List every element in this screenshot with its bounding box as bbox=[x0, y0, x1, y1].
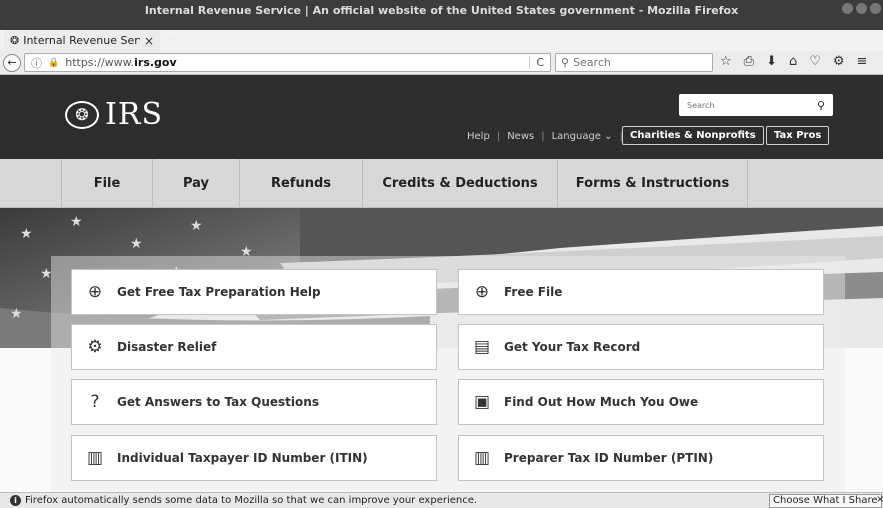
window-close-button[interactable] bbox=[870, 3, 881, 14]
document-icon: ▤ bbox=[473, 337, 491, 357]
info-icon[interactable]: ⓘ bbox=[31, 55, 42, 71]
search-icon: ⚲ bbox=[561, 56, 570, 69]
back-button[interactable]: ← bbox=[3, 54, 21, 72]
extensions-icon[interactable]: ⚙ bbox=[833, 54, 845, 69]
info-icon: i bbox=[10, 495, 21, 506]
irs-eagle-icon: ❂ bbox=[10, 34, 20, 47]
card-get-tax-record[interactable]: ▤ Get Your Tax Record bbox=[458, 324, 824, 370]
card-label: Find Out How Much You Owe bbox=[504, 395, 699, 409]
url-bar[interactable]: ⓘ 🔒 https://www.irs.gov C bbox=[24, 53, 551, 72]
help-link[interactable]: Help bbox=[467, 131, 490, 142]
lifebuoy-icon: ⊕ bbox=[474, 282, 490, 302]
svg-text:★: ★ bbox=[190, 218, 203, 234]
card-free-tax-prep-help[interactable]: ⊕ Get Free Tax Preparation Help bbox=[71, 269, 437, 315]
card-free-file[interactable]: ⊕ Free File bbox=[458, 269, 824, 315]
search-icon[interactable]: ⚲ bbox=[817, 99, 825, 112]
svg-text:★: ★ bbox=[10, 306, 23, 322]
logo-text: IRS bbox=[105, 97, 163, 132]
site-header: ❂ IRS ⚲ Help | News | Language ⌄ | Chari… bbox=[0, 75, 883, 159]
question-circle-icon: ? bbox=[90, 392, 100, 412]
id-card-icon: ▥ bbox=[86, 448, 104, 468]
minimize-button[interactable] bbox=[842, 3, 853, 14]
new-tab-button[interactable]: + bbox=[166, 29, 179, 49]
browser-navbar: ← ⓘ 🔒 https://www.irs.gov C ⚲ ☆ ⎙ ⬇ ⌂ ♡ … bbox=[0, 51, 883, 75]
choose-what-i-share-button[interactable]: Choose What I Share bbox=[769, 494, 882, 508]
url-text[interactable]: https://www.irs.gov bbox=[65, 56, 523, 69]
card-label: Individual Taxpayer ID Number (ITIN) bbox=[117, 451, 368, 465]
nav-item-forms-instructions[interactable]: Forms & Instructions bbox=[558, 159, 748, 208]
browser-search-input[interactable] bbox=[573, 56, 704, 69]
language-dropdown[interactable]: Language ⌄ bbox=[552, 131, 613, 142]
card-label: Get Your Tax Record bbox=[504, 340, 641, 354]
notification-bar: i Firefox automatically sends some data … bbox=[0, 492, 883, 508]
card-how-much-owe[interactable]: ▣ Find Out How Much You Owe bbox=[458, 379, 824, 425]
maximize-button[interactable] bbox=[856, 3, 867, 14]
browser-search-bar[interactable]: ⚲ bbox=[555, 53, 713, 72]
card-label: Get Answers to Tax Questions bbox=[117, 395, 319, 409]
main-navigation: File Pay Refunds Credits & Deductions Fo… bbox=[0, 159, 883, 208]
hero-section: ★★★ ★★★ ★★★ ⊕ Get Free Tax Preparation H… bbox=[0, 208, 883, 492]
card-disaster-relief[interactable]: ⚙ Disaster Relief bbox=[71, 324, 437, 370]
svg-text:★: ★ bbox=[130, 236, 143, 252]
browser-tab[interactable]: ❂ Internal Revenue Servic × bbox=[4, 30, 160, 51]
lock-icon: 🔒 bbox=[48, 57, 60, 68]
eagle-icon: ❂ bbox=[65, 100, 99, 129]
downloads-icon[interactable]: ⬇ bbox=[766, 54, 777, 69]
card-label: Preparer Tax ID Number (PTIN) bbox=[504, 451, 714, 465]
card-ptin[interactable]: ▥ Preparer Tax ID Number (PTIN) bbox=[458, 435, 824, 481]
reload-icon[interactable]: C bbox=[529, 56, 544, 69]
money-icon: ▣ bbox=[473, 392, 491, 412]
menu-icon[interactable]: ≡ bbox=[857, 54, 868, 69]
bookmark-star-icon[interactable]: ☆ bbox=[720, 54, 732, 69]
card-label: Disaster Relief bbox=[117, 340, 217, 354]
header-links: Help | News | Language ⌄ | bbox=[467, 131, 623, 142]
window-controls bbox=[842, 3, 881, 14]
home-icon[interactable]: ⌂ bbox=[789, 54, 797, 69]
nav-item-pay[interactable]: Pay bbox=[153, 159, 240, 208]
tax-pros-button[interactable]: Tax Pros bbox=[766, 126, 830, 145]
irs-logo[interactable]: ❂ IRS bbox=[65, 97, 163, 132]
toolbar-icons: ☆ ⎙ ⬇ ⌂ ♡ ⚙ ≡ bbox=[720, 54, 867, 69]
nav-item-file[interactable]: File bbox=[61, 159, 153, 208]
window-titlebar: Internal Revenue Service | An official w… bbox=[0, 0, 883, 30]
notification-close-icon[interactable]: × bbox=[876, 494, 883, 505]
tab-label: Internal Revenue Servic bbox=[23, 34, 140, 47]
nav-item-refunds[interactable]: Refunds bbox=[240, 159, 363, 208]
divider: | bbox=[541, 131, 545, 142]
site-search-box[interactable]: ⚲ bbox=[679, 94, 833, 116]
window-title: Internal Revenue Service | An official w… bbox=[144, 4, 739, 17]
charities-nonprofits-button[interactable]: Charities & Nonprofits bbox=[622, 126, 764, 145]
pocket-icon[interactable]: ♡ bbox=[809, 54, 821, 69]
nav-item-credits-deductions[interactable]: Credits & Deductions bbox=[363, 159, 558, 208]
news-link[interactable]: News bbox=[507, 131, 534, 142]
gears-icon: ⚙ bbox=[87, 337, 103, 357]
id-card-icon: ▥ bbox=[473, 448, 491, 468]
card-itin[interactable]: ▥ Individual Taxpayer ID Number (ITIN) bbox=[71, 435, 437, 481]
card-tax-questions[interactable]: ? Get Answers to Tax Questions bbox=[71, 379, 437, 425]
notification-text: Firefox automatically sends some data to… bbox=[25, 495, 478, 506]
divider: | bbox=[496, 131, 501, 142]
lifebuoy-icon: ⊕ bbox=[87, 282, 103, 302]
reading-list-icon[interactable]: ⎙ bbox=[744, 54, 754, 69]
svg-text:★: ★ bbox=[20, 226, 33, 242]
svg-text:★: ★ bbox=[70, 214, 83, 230]
tab-close-icon[interactable]: × bbox=[144, 34, 154, 48]
site-search-input[interactable] bbox=[687, 100, 797, 110]
card-label: Get Free Tax Preparation Help bbox=[117, 285, 321, 299]
card-label: Free File bbox=[504, 285, 563, 299]
